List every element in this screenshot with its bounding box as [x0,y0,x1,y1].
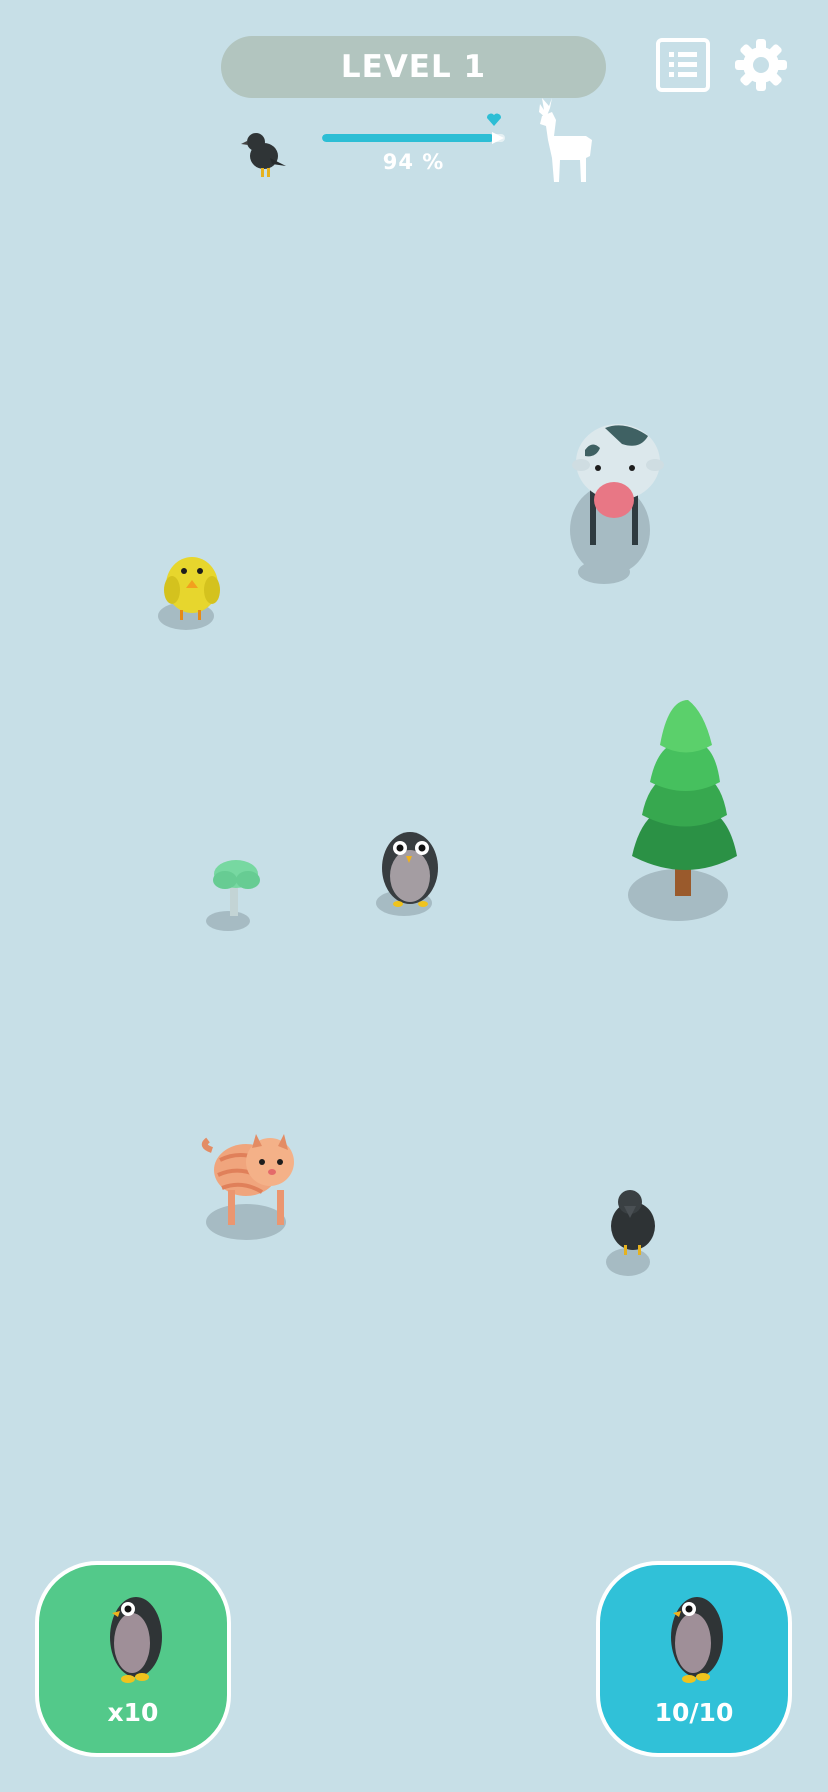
crow [606,1190,655,1276]
cow [570,424,664,584]
game-scene [158,424,737,1276]
penguin-icon [110,1597,162,1683]
penguin-icon [671,1597,723,1683]
capacity-penguin-button[interactable]: 10/10 [596,1561,792,1757]
spawn-penguin-button[interactable]: x10 [35,1561,231,1757]
penguin [376,832,438,916]
bush [206,860,260,931]
cat [201,1134,294,1240]
chick [158,557,220,630]
pine-tree [628,700,737,921]
spawn-count-label: x10 [107,1698,159,1727]
capacity-label: 10/10 [654,1698,734,1727]
